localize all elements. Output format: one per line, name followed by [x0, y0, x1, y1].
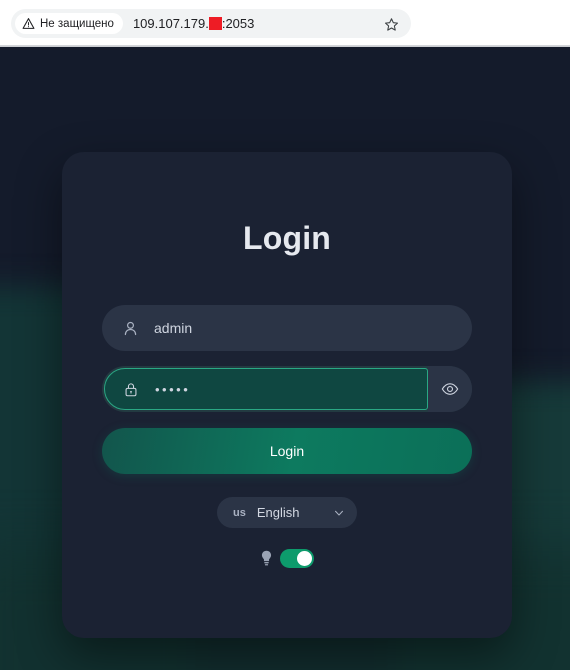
password-field[interactable]: •••••	[102, 366, 472, 412]
login-button-label: Login	[269, 443, 305, 459]
theme-toggle-wrap	[102, 549, 472, 568]
security-status-chip[interactable]: Не защищено	[15, 13, 123, 34]
browser-toolbar: Не защищено 109.107.179. :2053	[0, 0, 570, 47]
language-selector-wrap: us English	[102, 497, 472, 528]
url-suffix: :2053	[221, 16, 255, 31]
theme-switch-knob	[297, 551, 312, 566]
eye-icon	[441, 383, 459, 395]
chevron-down-icon	[335, 510, 343, 515]
user-icon	[124, 321, 137, 335]
url-prefix: 109.107.179.	[132, 16, 209, 31]
lightbulb-icon	[261, 550, 272, 566]
star-icon	[384, 17, 398, 31]
url-text[interactable]: 109.107.179. :2053	[133, 16, 254, 31]
username-field[interactable]: admin	[102, 305, 472, 351]
login-card: Login admin ••••• Login us English	[62, 152, 512, 638]
url-redaction-block	[208, 17, 222, 30]
password-value: •••••	[155, 381, 191, 397]
language-label: English	[256, 505, 300, 520]
theme-switch[interactable]	[280, 549, 314, 568]
username-value: admin	[154, 320, 193, 336]
lock-icon	[125, 382, 137, 396]
address-bar[interactable]: Не защищено 109.107.179. :2053	[11, 9, 411, 38]
password-input[interactable]: •••••	[104, 368, 428, 410]
language-select[interactable]: us English	[217, 497, 357, 528]
language-flag-icon: us	[233, 506, 246, 519]
bookmark-button[interactable]	[378, 11, 404, 37]
login-form: admin ••••• Login us English	[62, 305, 512, 568]
page-title: Login	[242, 220, 332, 256]
warning-triangle-icon	[22, 18, 35, 29]
login-button[interactable]: Login	[102, 428, 472, 474]
security-status-label: Не защищено	[40, 17, 114, 30]
login-page: Login admin ••••• Login us English	[0, 47, 570, 670]
password-visibility-toggle[interactable]	[428, 366, 472, 412]
